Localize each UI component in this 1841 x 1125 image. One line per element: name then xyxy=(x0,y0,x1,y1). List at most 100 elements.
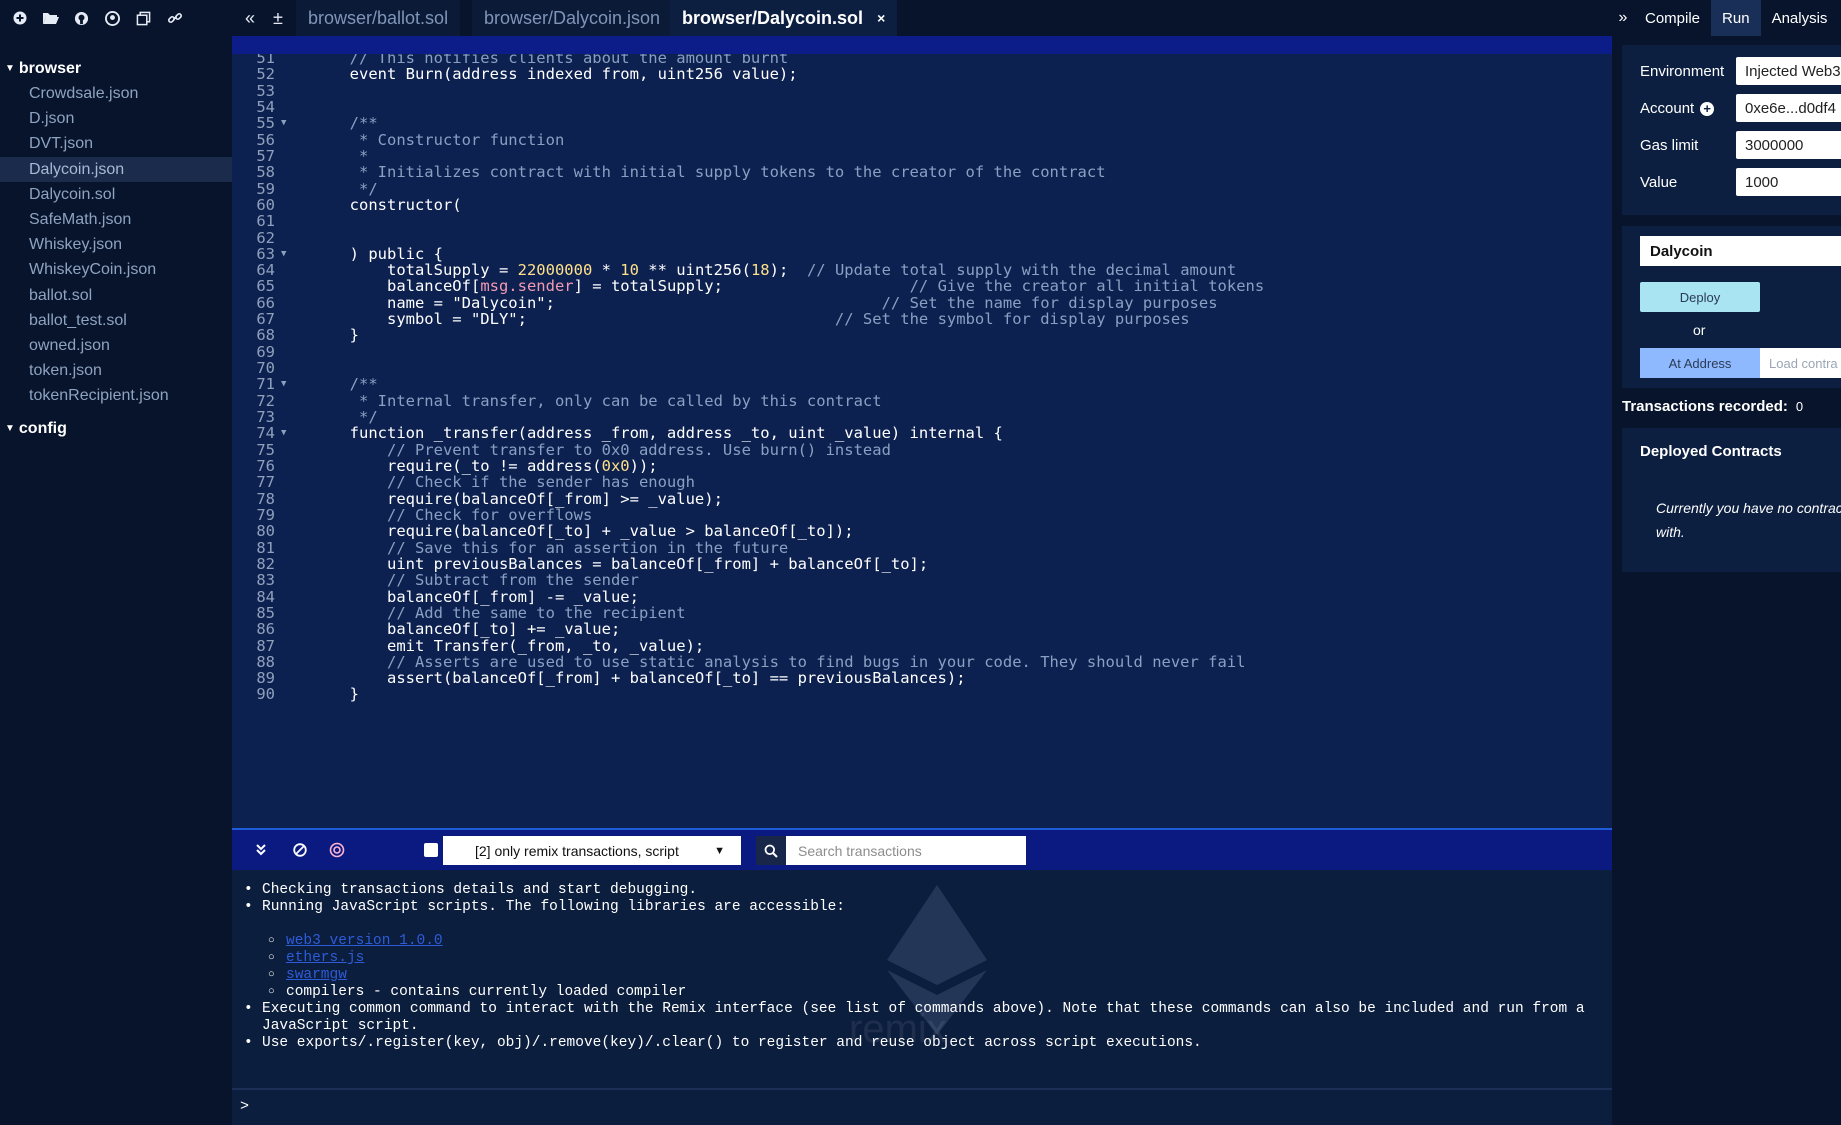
terminal-bullet: • Running JavaScript scripts. The followi… xyxy=(244,899,1594,916)
close-icon[interactable]: × xyxy=(877,10,885,26)
ban-icon[interactable] xyxy=(285,830,315,870)
folder-browser[interactable]: ▼ browser xyxy=(0,56,232,81)
caret-down-icon: ▼ xyxy=(5,63,15,74)
no-contracts-message: Currently you have no contract with. xyxy=(1656,500,1841,540)
environment-settings: Environment Injected Web3 Account + 0xe6e… xyxy=(1622,45,1841,215)
search-transactions-input[interactable]: Search transactions xyxy=(786,836,1026,865)
code-token: } xyxy=(275,326,359,345)
code-token: // Add the same to the recipient xyxy=(275,603,686,622)
tab-compile[interactable]: Compile xyxy=(1634,0,1711,36)
circle-bullet-icon: ○ xyxy=(268,952,275,964)
terminal-spacer xyxy=(244,916,1594,933)
file-item[interactable]: SafeMath.json xyxy=(0,207,232,232)
terminal-sub-bullet: ○ web3 version 1.0.0 xyxy=(244,933,1594,950)
folder-config[interactable]: ▼ config xyxy=(0,416,232,441)
plus-icon[interactable] xyxy=(4,0,35,36)
code-token: uint previousBalances = balanceOf[_from]… xyxy=(275,554,929,573)
tab-label: Compile xyxy=(1645,9,1701,27)
code-token: 22000000 xyxy=(517,261,593,280)
file-item[interactable]: Dalycoin.json xyxy=(0,156,232,182)
code-token: */ xyxy=(275,408,378,427)
github-alt-icon[interactable] xyxy=(97,0,128,36)
tab-dalycoin-sol[interactable]: browser/Dalycoin.sol × xyxy=(670,0,898,36)
environment-select[interactable]: Injected Web3 xyxy=(1736,57,1841,85)
code-token: require(_to != address( xyxy=(275,457,602,475)
line-number: 90 xyxy=(256,685,275,704)
gas-limit-row: Gas limit 3000000 xyxy=(1640,130,1841,160)
file-item[interactable]: owned.json xyxy=(0,333,232,358)
tab-dalycoin-json[interactable]: browser/Dalycoin.json xyxy=(472,0,673,36)
file-item[interactable]: WhiskeyCoin.json xyxy=(0,257,232,282)
caret-down-icon: ▼ xyxy=(714,844,725,857)
plus-circle-icon[interactable]: + xyxy=(1700,101,1715,116)
tab-analysis[interactable]: Analysis xyxy=(1761,0,1839,36)
code-token: } xyxy=(275,685,359,704)
listen-icon[interactable] xyxy=(322,830,352,870)
github-icon[interactable] xyxy=(66,0,97,36)
code-token: event Burn(address indexed from, uint256… xyxy=(275,65,798,84)
value-input[interactable]: 1000 xyxy=(1736,168,1841,196)
code-token: constructor( xyxy=(275,195,462,214)
at-address-button[interactable]: At Address xyxy=(1640,348,1760,378)
terminal-prompt: > xyxy=(240,1098,250,1115)
code-token: ) public { xyxy=(275,244,443,263)
terminal-sub-bullet: ○ ethers.js xyxy=(244,950,1594,967)
code-token: // Prevent transfer to 0x0 address. Use … xyxy=(275,440,891,459)
code-token: 0x0 xyxy=(601,457,630,475)
code-token: */ xyxy=(275,179,378,198)
terminal-text: compilers - contains currently loaded co… xyxy=(286,984,687,1000)
tab-label: Analysis xyxy=(1771,9,1828,27)
link-icon[interactable] xyxy=(159,0,190,36)
file-item[interactable]: Dalycoin.sol xyxy=(0,182,232,207)
file-item[interactable]: Whiskey.json xyxy=(0,232,232,257)
contract-select[interactable]: Dalycoin xyxy=(1640,236,1841,266)
file-item[interactable]: Crowdsale.json xyxy=(0,81,232,106)
tab-run[interactable]: Run xyxy=(1711,0,1761,36)
circle-bullet-icon: ○ xyxy=(268,969,275,981)
code-token: totalSupply = xyxy=(275,261,518,280)
terminal-messages: • Checking transactions details and start… xyxy=(244,882,1594,1052)
code-editor[interactable]: 51 // This notifies clients about the am… xyxy=(232,54,1612,830)
run-panel: » Compile Run Analysis Environment Injec… xyxy=(1612,0,1841,1125)
file-item[interactable]: ballot.sol xyxy=(0,283,232,308)
file-item[interactable]: DVT.json xyxy=(0,131,232,156)
file-item[interactable]: tokenRecipient.json xyxy=(0,383,232,408)
listen-checkbox[interactable] xyxy=(424,843,438,857)
file-tree: ▼ browser Crowdsale.json D.json DVT.json Daly… xyxy=(0,36,232,441)
tab-label: browser/Dalycoin.json xyxy=(484,7,661,28)
folder-open-icon[interactable] xyxy=(35,0,66,36)
code-token: // Subtract from the sender xyxy=(275,571,639,590)
load-contract-input[interactable]: Load contra xyxy=(1760,348,1841,378)
chevron-double-right-icon[interactable]: » xyxy=(1612,9,1634,27)
copy-icon[interactable] xyxy=(128,0,159,36)
code-token: // Asserts are used to use static analys… xyxy=(275,652,1246,671)
terminal-toolbar: [2] only remix transactions, script ▼ Se… xyxy=(232,830,1612,870)
code-token: * xyxy=(275,146,369,165)
search-placeholder: Search transactions xyxy=(798,842,922,859)
chevron-double-down-icon[interactable] xyxy=(246,830,276,870)
code-token: * Constructor function xyxy=(275,130,565,149)
file-item[interactable]: ballot_test.sol xyxy=(0,308,232,333)
code-token: // Give the creator all initial tokens xyxy=(872,277,1265,296)
plus-minus-icon[interactable]: ± xyxy=(264,0,292,36)
bullet-icon: • xyxy=(244,1001,253,1017)
library-link[interactable]: ethers.js xyxy=(286,950,364,967)
transactions-recorded[interactable]: Transactions recorded: 0 xyxy=(1622,398,1803,415)
deploy-button[interactable]: Deploy xyxy=(1640,282,1760,312)
chevron-double-left-icon[interactable]: « xyxy=(236,0,264,36)
right-panel-tabs: » Compile Run Analysis xyxy=(1612,0,1841,36)
library-link[interactable]: swarmgw xyxy=(286,967,347,984)
editor-top-strip xyxy=(232,36,1612,54)
file-item[interactable]: D.json xyxy=(0,106,232,131)
transaction-filter-select[interactable]: [2] only remix transactions, script ▼ xyxy=(443,836,741,865)
account-select[interactable]: 0xe6e...d0df4 xyxy=(1736,94,1841,122)
tab-ballot-sol[interactable]: browser/ballot.sol xyxy=(296,0,461,36)
gas-limit-input[interactable]: 3000000 xyxy=(1736,131,1841,159)
code-token: require(balanceOf[_from] >= _value); xyxy=(275,489,723,508)
code-token: 10 xyxy=(620,261,639,280)
folder-label: browser xyxy=(18,59,82,77)
filter-value: [2] only remix transactions, script xyxy=(475,842,679,859)
library-link[interactable]: web3 version 1.0.0 xyxy=(286,933,443,950)
terminal-input[interactable]: > xyxy=(232,1088,1612,1125)
file-item[interactable]: token.json xyxy=(0,358,232,383)
